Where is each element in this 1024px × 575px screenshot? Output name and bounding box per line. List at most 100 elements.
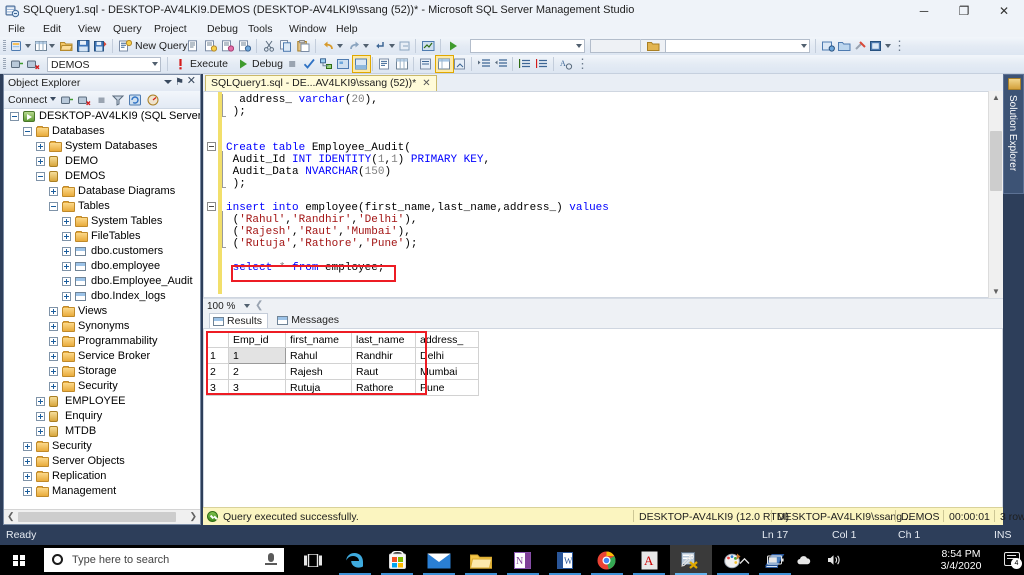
expand-icon[interactable] xyxy=(62,292,71,301)
table-cell[interactable]: Rathore xyxy=(352,380,416,396)
editor-vertical-scrollbar[interactable]: ▲ ▼ xyxy=(988,91,1003,298)
expand-icon[interactable] xyxy=(23,472,32,481)
open-file-icon[interactable] xyxy=(58,38,75,54)
tree-node[interactable]: Programmability xyxy=(4,334,200,349)
new-analysis-services-dmx-query-icon[interactable] xyxy=(219,38,236,54)
table-cell[interactable]: 3 xyxy=(229,380,286,396)
include-actual-execution-plan-icon[interactable] xyxy=(335,56,352,72)
expand-icon[interactable] xyxy=(62,232,71,241)
tree-node[interactable]: DEMOS xyxy=(4,169,200,184)
save-icon[interactable] xyxy=(75,38,92,54)
menu-help[interactable]: Help xyxy=(332,23,362,36)
spell-check-icon[interactable]: A xyxy=(558,56,575,72)
tree-node[interactable]: Database Diagrams xyxy=(4,184,200,199)
pin-icon[interactable]: ⚑ xyxy=(175,77,184,88)
collapse-icon[interactable] xyxy=(36,172,45,181)
expand-icon[interactable] xyxy=(49,307,58,316)
taskbar-search-input[interactable]: Type here to search xyxy=(44,548,284,572)
expand-icon[interactable] xyxy=(49,352,58,361)
onenote-icon[interactable]: N xyxy=(502,545,544,575)
navigate-backward-dropdown-icon[interactable] xyxy=(388,38,395,54)
menu-file[interactable]: File xyxy=(4,23,29,36)
table-cell[interactable]: 2 xyxy=(229,364,286,380)
execute-label[interactable]: Execute xyxy=(190,58,228,70)
debug-label[interactable]: Debug xyxy=(252,58,283,70)
object-explorer-details-icon[interactable] xyxy=(820,38,837,54)
editor-code-text[interactable]: address_ varchar(20), ); Create table Em… xyxy=(226,94,609,274)
execute-icon[interactable] xyxy=(172,56,189,72)
decrease-indent-icon[interactable] xyxy=(493,56,510,72)
save-all-icon[interactable] xyxy=(92,38,109,54)
toolbar-grip[interactable] xyxy=(3,40,6,52)
toolbar-overflow-icon[interactable]: ⋮ xyxy=(893,38,906,54)
increase-indent-icon[interactable] xyxy=(476,56,493,72)
new-query-icon[interactable] xyxy=(117,38,134,54)
tree-node[interactable]: Service Broker xyxy=(4,349,200,364)
stop-icon[interactable] xyxy=(93,92,110,108)
filter-icon[interactable] xyxy=(110,92,127,108)
table-row[interactable]: 11RahulRandhirDelhi xyxy=(206,348,479,364)
redo-icon[interactable] xyxy=(346,38,363,54)
tree-node[interactable]: EMPLOYEE xyxy=(4,394,200,409)
navigate-forward-icon[interactable] xyxy=(397,38,414,54)
chevron-down-icon[interactable] xyxy=(244,304,250,308)
expand-icon[interactable] xyxy=(49,187,58,196)
new-table-dropdown-icon[interactable] xyxy=(48,38,55,54)
results-to-grid-icon[interactable] xyxy=(394,56,411,72)
debug-play-icon[interactable] xyxy=(235,56,252,72)
disconnect-icon[interactable] xyxy=(25,56,42,72)
column-header[interactable]: first_name xyxy=(286,332,352,348)
task-view-icon[interactable] xyxy=(292,545,334,575)
new-query-label[interactable]: New Query xyxy=(135,40,188,52)
tree-node[interactable]: System Tables xyxy=(4,214,200,229)
tree-node[interactable]: FileTables xyxy=(4,229,200,244)
object-explorer-hscrollbar[interactable]: ❮ ❯ xyxy=(4,509,200,524)
tree-node[interactable]: dbo.Index_logs xyxy=(4,289,200,304)
results-tab-results[interactable]: Results xyxy=(209,313,268,328)
connect-icon[interactable] xyxy=(9,56,26,72)
connect-button[interactable]: Connect xyxy=(8,94,56,106)
table-row[interactable]: 33RutujaRathorePune xyxy=(206,380,479,396)
tree-node[interactable]: Enquiry xyxy=(4,409,200,424)
tree-node[interactable]: Tables xyxy=(4,199,200,214)
scroll-left-icon[interactable]: ❮ xyxy=(7,511,15,522)
collapse-icon[interactable] xyxy=(49,202,58,211)
column-header[interactable]: last_name xyxy=(352,332,416,348)
comment-selection-icon[interactable] xyxy=(517,56,534,72)
expand-icon[interactable] xyxy=(49,382,58,391)
collapse-icon[interactable] xyxy=(10,112,19,121)
table-cell[interactable]: Raut xyxy=(352,364,416,380)
scroll-left-icon[interactable]: ❮ xyxy=(255,300,263,311)
tree-node[interactable]: Server Objects xyxy=(4,454,200,469)
tree-node[interactable]: Synonyms xyxy=(4,319,200,334)
column-header[interactable] xyxy=(206,332,229,348)
column-header[interactable]: address_ xyxy=(416,332,479,348)
tree-node[interactable]: Security xyxy=(4,379,200,394)
expand-icon[interactable] xyxy=(62,277,71,286)
expand-icon[interactable] xyxy=(36,157,45,166)
results-to-text-icon[interactable] xyxy=(377,56,394,72)
tree-node[interactable]: DESKTOP-AV4LKI9 (SQL Server 12.0.2269 xyxy=(4,109,200,124)
tree-node[interactable]: dbo.customers xyxy=(4,244,200,259)
menu-project[interactable]: Project xyxy=(150,23,191,36)
tab-sqlquery1[interactable]: SQLQuery1.sql - DE...AV4LKI9\ssang (52))… xyxy=(205,75,437,91)
tree-node[interactable]: System Databases xyxy=(4,139,200,154)
menu-debug[interactable]: Debug xyxy=(203,23,242,36)
battery-icon[interactable] xyxy=(767,554,784,568)
scroll-down-icon[interactable]: ▼ xyxy=(989,285,1003,298)
new-project-dropdown-icon[interactable] xyxy=(24,38,31,54)
table-cell[interactable]: Randhir xyxy=(352,348,416,364)
column-header[interactable]: Emp_id xyxy=(229,332,286,348)
redo-dropdown-icon[interactable] xyxy=(362,38,369,54)
run-icon[interactable] xyxy=(445,38,462,54)
taskbar-clock[interactable]: 8:54 PM 3/4/2020 xyxy=(932,548,990,572)
table-cell[interactable]: Mumbai xyxy=(416,364,479,380)
expand-icon[interactable] xyxy=(36,427,45,436)
tree-node[interactable]: MTDB xyxy=(4,424,200,439)
menu-tools[interactable]: Tools xyxy=(244,23,277,36)
toolbar-combo-3[interactable] xyxy=(665,39,810,53)
adobe-reader-icon[interactable]: A xyxy=(628,545,670,575)
pen-workspace-icon[interactable] xyxy=(681,554,694,570)
tree-node[interactable]: Storage xyxy=(4,364,200,379)
comment-icon[interactable] xyxy=(418,56,435,72)
